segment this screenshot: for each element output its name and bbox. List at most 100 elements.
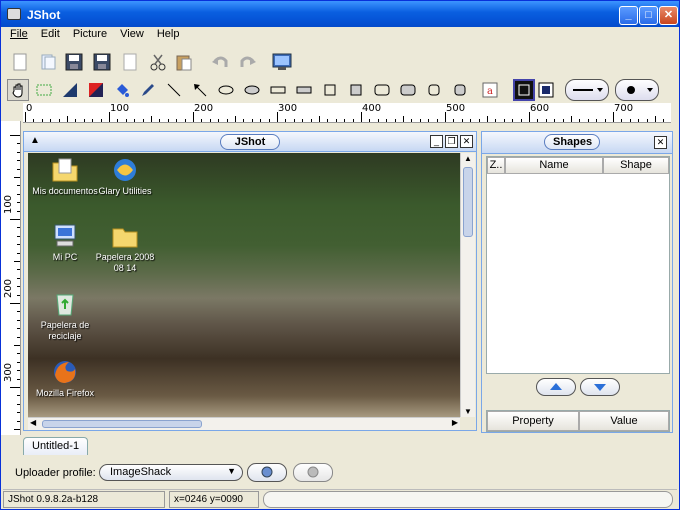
shapes-panel: Shapes ✕ Z.. Name Shape Property Value xyxy=(481,131,673,433)
maximize-button[interactable]: □ xyxy=(639,6,658,25)
ruler-label: 200 xyxy=(194,103,214,114)
status-bar: JShot 0.9.8.2a-b128 x=0246 y=0090 xyxy=(3,489,677,509)
column-property[interactable]: Property xyxy=(487,411,579,431)
uploader-label: Uploader profile: xyxy=(15,467,96,479)
menu-edit[interactable]: Edit xyxy=(36,27,65,41)
ruler-tick xyxy=(17,244,20,246)
folder-icon xyxy=(111,223,139,249)
app-camera-icon xyxy=(7,8,21,20)
upload-button[interactable] xyxy=(247,463,287,482)
horizontal-scrollbar[interactable]: ◀ ▶ xyxy=(28,417,460,430)
ruler-label: 700 xyxy=(614,103,634,114)
filled-rounded-square-icon[interactable] xyxy=(449,79,471,101)
inner-close-button[interactable]: ✕ xyxy=(460,135,473,148)
ruler-tick xyxy=(394,119,396,122)
filled-ellipse-icon[interactable] xyxy=(241,79,263,101)
line-tool-icon[interactable] xyxy=(163,79,185,101)
inner-minimize-button[interactable]: _ xyxy=(430,135,443,148)
vertical-scrollbar[interactable]: ▲ ▼ xyxy=(460,153,475,417)
foreground-color-icon[interactable] xyxy=(513,79,535,101)
menu-view[interactable]: View xyxy=(115,27,149,41)
cut-icon[interactable] xyxy=(147,51,169,73)
window-title: JShot xyxy=(27,8,61,22)
rounded-square-icon[interactable] xyxy=(423,79,445,101)
hand-tool-icon[interactable] xyxy=(7,79,29,101)
line-style-dropdown[interactable] xyxy=(565,79,609,101)
move-down-button[interactable] xyxy=(580,378,620,396)
fill-bucket-icon[interactable] xyxy=(111,79,133,101)
title-bar: JShot _ □ ✕ xyxy=(1,1,679,29)
shapes-table[interactable]: Z.. Name Shape xyxy=(486,156,670,374)
move-up-button[interactable] xyxy=(536,378,576,396)
column-value[interactable]: Value xyxy=(579,411,669,431)
ruler-label: 300 xyxy=(3,362,15,383)
ruler-label: 0 xyxy=(26,103,33,114)
ruler-tick xyxy=(17,353,20,355)
save-as-icon[interactable] xyxy=(91,51,113,73)
desktop-icon-label: Papelera de reciclaje xyxy=(40,320,90,341)
rectangle-icon[interactable] xyxy=(267,79,289,101)
redo-icon[interactable] xyxy=(237,51,259,73)
ruler-tick xyxy=(159,119,161,122)
scroll-left-arrow-icon[interactable]: ◀ xyxy=(30,418,36,427)
arrow-tool-icon[interactable] xyxy=(189,79,211,101)
shapes-close-button[interactable]: ✕ xyxy=(654,136,667,149)
open-icon[interactable] xyxy=(37,51,59,73)
cancel-upload-button[interactable] xyxy=(293,463,333,482)
properties-table[interactable]: Property Value xyxy=(486,410,670,432)
document-tabs: Untitled-1 xyxy=(23,435,223,455)
vertical-scroll-thumb[interactable] xyxy=(463,167,473,237)
paste-icon[interactable] xyxy=(173,51,195,73)
menu-file[interactable]: File xyxy=(5,27,33,41)
column-z[interactable]: Z.. xyxy=(487,157,505,174)
captured-image[interactable]: Mis documentos Glary Utilities Mi PC Pap… xyxy=(28,153,460,417)
ruler-tick xyxy=(58,119,60,122)
copy-page-icon[interactable] xyxy=(119,51,141,73)
select-rect-icon[interactable] xyxy=(33,79,55,101)
gradient-icon[interactable] xyxy=(59,79,81,101)
tab-untitled-1[interactable]: Untitled-1 xyxy=(23,437,89,455)
minimize-button[interactable]: _ xyxy=(619,6,638,25)
filled-rectangle-icon[interactable] xyxy=(293,79,315,101)
ruler-tick xyxy=(470,119,472,122)
horizontal-scroll-thumb[interactable] xyxy=(42,420,202,428)
desktop-icon: Glary Utilities xyxy=(90,157,160,197)
menu-help[interactable]: Help xyxy=(152,27,185,41)
ruler-tick xyxy=(14,261,20,262)
save-icon[interactable] xyxy=(63,51,85,73)
ruler-tick xyxy=(554,119,556,122)
ellipse-icon[interactable] xyxy=(215,79,237,101)
ruler-tick xyxy=(260,119,262,122)
ruler-tick xyxy=(92,119,94,122)
column-name[interactable]: Name xyxy=(505,157,603,174)
inner-restore-button[interactable]: ❐ xyxy=(445,135,458,148)
ruler-label: 200 xyxy=(3,278,15,299)
ruler-tick xyxy=(663,119,665,122)
close-button[interactable]: ✕ xyxy=(659,6,678,25)
column-shape[interactable]: Shape xyxy=(603,157,669,174)
brush-size-dropdown[interactable] xyxy=(615,79,659,101)
scroll-up-arrow-icon[interactable]: ▲ xyxy=(464,154,472,163)
scroll-right-arrow-icon[interactable]: ▶ xyxy=(452,418,458,427)
text-tool-icon[interactable]: a xyxy=(479,79,501,101)
color-picker-icon[interactable] xyxy=(85,79,107,101)
vertical-ruler: 100 200 300 xyxy=(1,121,21,435)
background-color-icon[interactable] xyxy=(535,79,557,101)
ruler-tick xyxy=(629,119,631,122)
folder-documents-icon xyxy=(51,157,79,183)
ruler-tick xyxy=(453,119,455,122)
window-menu-icon[interactable]: ▲ xyxy=(30,135,40,146)
square-icon[interactable] xyxy=(319,79,341,101)
filled-square-icon[interactable] xyxy=(345,79,367,101)
filled-rounded-rect-icon[interactable] xyxy=(397,79,419,101)
undo-icon[interactable] xyxy=(209,51,231,73)
new-icon[interactable] xyxy=(9,51,31,73)
rounded-rect-icon[interactable] xyxy=(371,79,393,101)
ruler-tick xyxy=(293,119,295,122)
ruler-tick xyxy=(503,119,505,122)
scroll-down-arrow-icon[interactable]: ▼ xyxy=(464,407,472,416)
uploader-profile-select[interactable]: ImageShack ▼ xyxy=(99,464,243,481)
menu-picture[interactable]: Picture xyxy=(68,27,112,41)
pencil-icon[interactable] xyxy=(137,79,159,101)
capture-screen-icon[interactable] xyxy=(271,51,293,73)
